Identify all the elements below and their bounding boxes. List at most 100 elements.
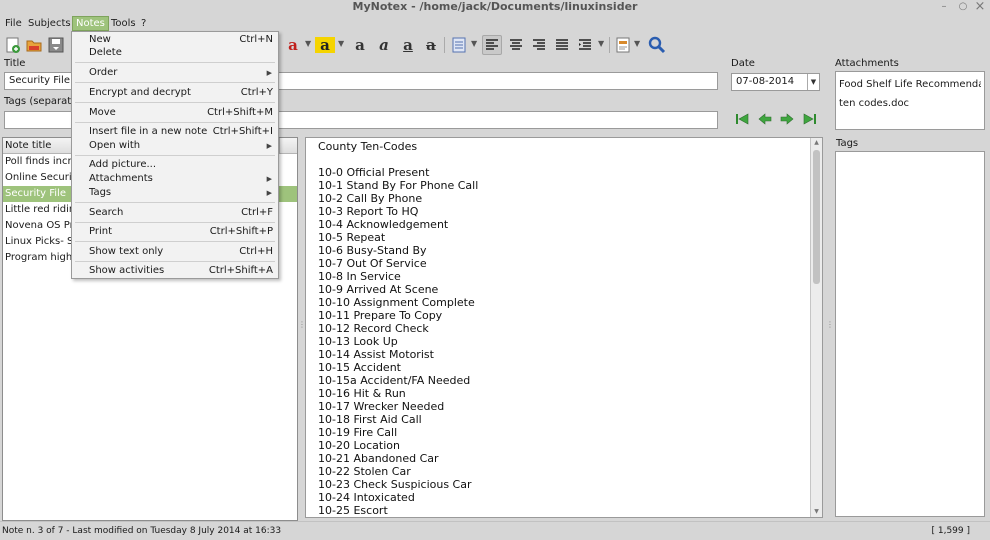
attachments-label: Attachments [835, 58, 899, 69]
last-note-icon[interactable] [802, 113, 818, 127]
date-field[interactable]: 07-08-2014 ▼ [731, 73, 820, 91]
editor-line: 10-0 Official Present [318, 166, 430, 179]
scroll-up-icon[interactable]: ▲ [811, 138, 822, 148]
menu-help[interactable]: ? [138, 16, 149, 31]
shortcut-encrypt: Ctrl+Y [240, 87, 273, 98]
editor-line: 10-19 Fire Call [318, 426, 398, 439]
editor-line: 10-6 Busy-Stand By [318, 244, 427, 257]
status-text: Note n. 3 of 7 - Last modified on Tuesda… [2, 526, 282, 536]
shortcut-show-activities: Ctrl+Shift+A [208, 265, 273, 276]
menu-item-add-picture[interactable]: Add picture... [89, 159, 156, 170]
editor-line: 10-3 Report To HQ [318, 205, 419, 218]
toolbar-separator [609, 37, 610, 53]
tags-panel-label: Tags [836, 138, 859, 149]
indent-dropdown-icon[interactable]: ▼ [598, 39, 604, 48]
highlight-color-icon[interactable]: a [315, 36, 335, 54]
menu-item-tags[interactable]: Tags [89, 187, 111, 198]
attachment-item[interactable]: ten codes.doc [839, 94, 981, 113]
submenu-arrow-icon: ▶ [266, 175, 272, 183]
scroll-down-icon[interactable]: ▼ [811, 507, 822, 517]
editor-line: 10-4 Acknowledgement [318, 218, 449, 231]
text-color-icon[interactable]: a [283, 35, 303, 55]
menu-item-show-activities[interactable]: Show activities [89, 265, 164, 276]
editor-line: 10-14 Assist Motorist [318, 348, 434, 361]
date-dropdown-icon[interactable]: ▼ [807, 74, 819, 90]
menu-subjects[interactable]: Subjects [25, 16, 74, 31]
next-note-icon[interactable] [779, 113, 795, 127]
splitter-handle[interactable]: ⋮ [298, 320, 306, 334]
menu-separator [75, 222, 275, 223]
paragraph-style-icon[interactable] [449, 35, 469, 55]
editor-line: 10-13 Look Up [318, 335, 398, 348]
close-button[interactable]: × [972, 0, 988, 14]
attachments-list: Food Shelf Life Recommendation ten codes… [835, 71, 985, 130]
indent-icon[interactable] [575, 35, 595, 55]
notes-list-header-extra[interactable] [279, 138, 297, 154]
highlight-dropdown-icon[interactable]: ▼ [338, 39, 344, 48]
menu-bar: File Subjects Notes Tools ? [0, 15, 990, 32]
toolbar-separator [444, 37, 445, 53]
menu-item-attachments[interactable]: Attachments [89, 173, 153, 184]
date-label: Date [731, 58, 755, 69]
shortcut-new: Ctrl+N [239, 34, 273, 45]
editor-line: 10-23 Check Suspicious Car [318, 478, 472, 491]
menu-file[interactable]: File [2, 16, 25, 31]
menu-separator [75, 241, 275, 242]
shortcut-print: Ctrl+Shift+P [209, 226, 273, 237]
menu-item-search[interactable]: Search [89, 207, 123, 218]
note-text-editor[interactable]: County Ten-Codes 10-0 Official Present 1… [305, 137, 823, 518]
menu-item-encrypt[interactable]: Encrypt and decrypt [89, 87, 191, 98]
menu-separator [75, 62, 275, 63]
editor-line: 10-20 Location [318, 439, 400, 452]
new-note-icon[interactable] [3, 35, 23, 55]
menu-separator [75, 102, 275, 103]
submenu-arrow-icon: ▶ [266, 142, 272, 150]
menu-separator [75, 261, 275, 262]
menu-item-open-with[interactable]: Open with [89, 140, 140, 151]
attachment-item[interactable]: Food Shelf Life Recommendation [839, 75, 981, 94]
date-value: 07-08-2014 [736, 76, 795, 87]
open-folder-icon[interactable] [24, 35, 44, 55]
menu-tools[interactable]: Tools [108, 16, 139, 31]
editor-scrollbar[interactable]: ▲ ▼ [810, 138, 822, 517]
title-label: Title [4, 58, 26, 69]
first-note-icon[interactable] [734, 113, 750, 127]
save-icon[interactable] [46, 35, 66, 55]
paragraph-dropdown-icon[interactable]: ▼ [471, 39, 477, 48]
editor-line: 10-1 Stand By For Phone Call [318, 179, 479, 192]
align-right-icon[interactable] [529, 35, 549, 55]
tags-panel[interactable] [835, 151, 985, 517]
align-center-icon[interactable] [506, 35, 526, 55]
menu-separator [75, 82, 275, 83]
menu-separator [75, 122, 275, 123]
italic-icon[interactable]: a [374, 35, 394, 55]
text-color-dropdown-icon[interactable]: ▼ [305, 39, 311, 48]
previous-note-icon[interactable] [757, 113, 773, 127]
menu-item-show-text-only[interactable]: Show text only [89, 246, 163, 257]
insert-dropdown-icon[interactable]: ▼ [634, 39, 640, 48]
menu-item-print[interactable]: Print [89, 226, 112, 237]
submenu-arrow-icon: ▶ [266, 69, 272, 77]
menu-item-new[interactable]: New [89, 34, 111, 45]
align-left-icon[interactable] [482, 35, 502, 55]
splitter-handle[interactable]: ⋮ [826, 320, 834, 334]
editor-line: 10-15a Accident/FA Needed [318, 374, 471, 387]
bold-icon[interactable]: a [350, 35, 370, 55]
maximize-button[interactable]: ○ [955, 0, 971, 14]
scrollbar-thumb[interactable] [813, 150, 820, 284]
strikethrough-icon[interactable]: a [421, 35, 441, 55]
insert-object-icon[interactable] [613, 35, 633, 55]
justify-icon[interactable] [552, 35, 572, 55]
underline-icon[interactable]: a [398, 35, 418, 55]
menu-notes[interactable]: Notes [72, 16, 109, 31]
menu-item-insert-file[interactable]: Insert file in a new note [89, 126, 207, 137]
status-bar: Note n. 3 of 7 - Last modified on Tuesda… [0, 521, 990, 540]
menu-item-order[interactable]: Order [89, 67, 117, 78]
shortcut-search: Ctrl+F [241, 207, 273, 218]
menu-item-move[interactable]: Move [89, 107, 116, 118]
shortcut-move: Ctrl+Shift+M [207, 107, 273, 118]
editor-line: 10-17 Wrecker Needed [318, 400, 445, 413]
search-icon[interactable] [647, 35, 667, 55]
menu-item-delete[interactable]: Delete [89, 47, 122, 58]
minimize-button[interactable]: – [936, 0, 952, 14]
